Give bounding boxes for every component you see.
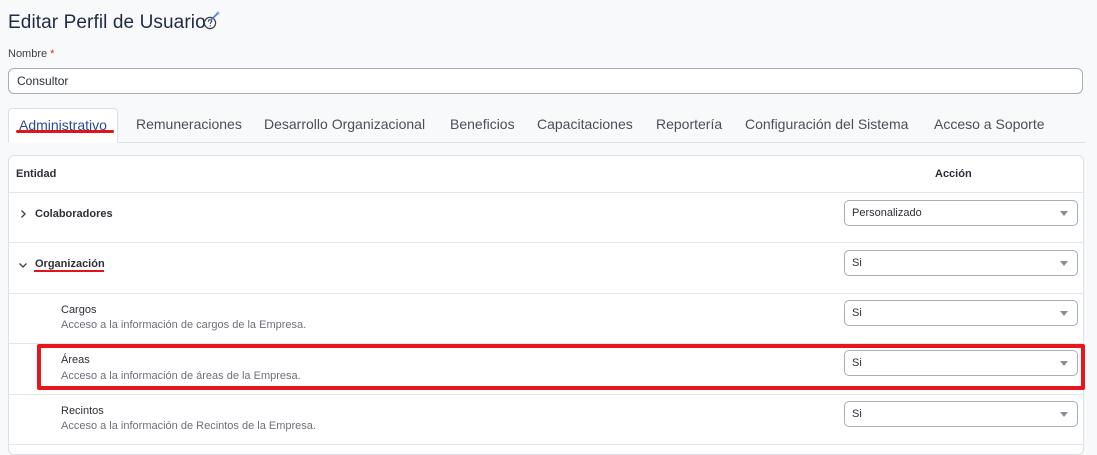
select-value: Personalizado xyxy=(852,207,922,219)
row-divider xyxy=(9,343,1083,344)
required-marker: * xyxy=(50,48,55,60)
tab-reporteria[interactable]: Reportería xyxy=(656,108,722,142)
row-title-cargos: Cargos xyxy=(61,304,97,316)
tab-acceso-a-soporte[interactable]: Acceso a Soporte xyxy=(934,108,1045,142)
row-divider xyxy=(9,444,1083,445)
caret-down-icon xyxy=(1060,211,1068,216)
tab-capacitaciones[interactable]: Capacitaciones xyxy=(537,108,633,142)
caret-down-icon xyxy=(1060,311,1068,316)
caret-down-icon xyxy=(1060,412,1068,417)
select-value: Si xyxy=(852,357,862,369)
active-tab-annotation-underline xyxy=(16,130,114,133)
caret-down-icon xyxy=(1060,261,1068,266)
tab-configuracion-del-sistema[interactable]: Configuración del Sistema xyxy=(745,108,908,142)
tab-bar: Administrativo Remuneraciones Desarrollo… xyxy=(8,108,1085,143)
name-label: Nombre * xyxy=(8,48,55,60)
page-title: Editar Perfil de Usuario xyxy=(8,12,206,33)
name-input[interactable] xyxy=(8,68,1083,94)
action-select-recintos[interactable]: Si xyxy=(844,401,1078,427)
tab-desarrollo-organizacional[interactable]: Desarrollo Organizacional xyxy=(264,108,425,142)
row-divider xyxy=(9,192,1083,193)
chevron-right-icon[interactable] xyxy=(18,209,28,219)
magic-wand-icon[interactable] xyxy=(209,10,221,22)
row-title-recintos: Recintos xyxy=(61,405,104,417)
row-divider xyxy=(9,394,1083,395)
select-value: Si xyxy=(852,408,862,420)
row-description-cargos: Acceso a la información de cargos de la … xyxy=(61,319,307,331)
tab-administrativo[interactable]: Administrativo xyxy=(8,108,118,143)
tab-remuneraciones[interactable]: Remuneraciones xyxy=(136,108,242,142)
organizacion-annotation-underline xyxy=(34,270,104,272)
column-header-action: Acción xyxy=(935,168,972,180)
chevron-down-icon[interactable] xyxy=(18,260,28,270)
row-description-areas: Acceso a la información de áreas de la E… xyxy=(61,370,301,382)
column-header-entity: Entidad xyxy=(16,168,57,180)
row-title-areas: Áreas xyxy=(61,354,90,366)
action-select-cargos[interactable]: Si xyxy=(844,300,1078,326)
caret-down-icon xyxy=(1060,361,1068,366)
row-title-organizacion[interactable]: Organización xyxy=(35,258,105,270)
tab-beneficios[interactable]: Beneficios xyxy=(450,108,515,142)
row-title-colaboradores[interactable]: Colaboradores xyxy=(35,208,113,220)
action-select-areas[interactable]: Si xyxy=(844,350,1078,376)
select-value: Si xyxy=(852,307,862,319)
select-value: Si xyxy=(852,257,862,269)
action-select-organizacion[interactable]: Si xyxy=(844,250,1078,276)
action-select-colaboradores[interactable]: Personalizado xyxy=(844,200,1078,226)
row-divider xyxy=(9,293,1083,294)
row-description-recintos: Acceso a la información de Recintos de l… xyxy=(61,420,316,432)
row-divider xyxy=(9,242,1083,243)
